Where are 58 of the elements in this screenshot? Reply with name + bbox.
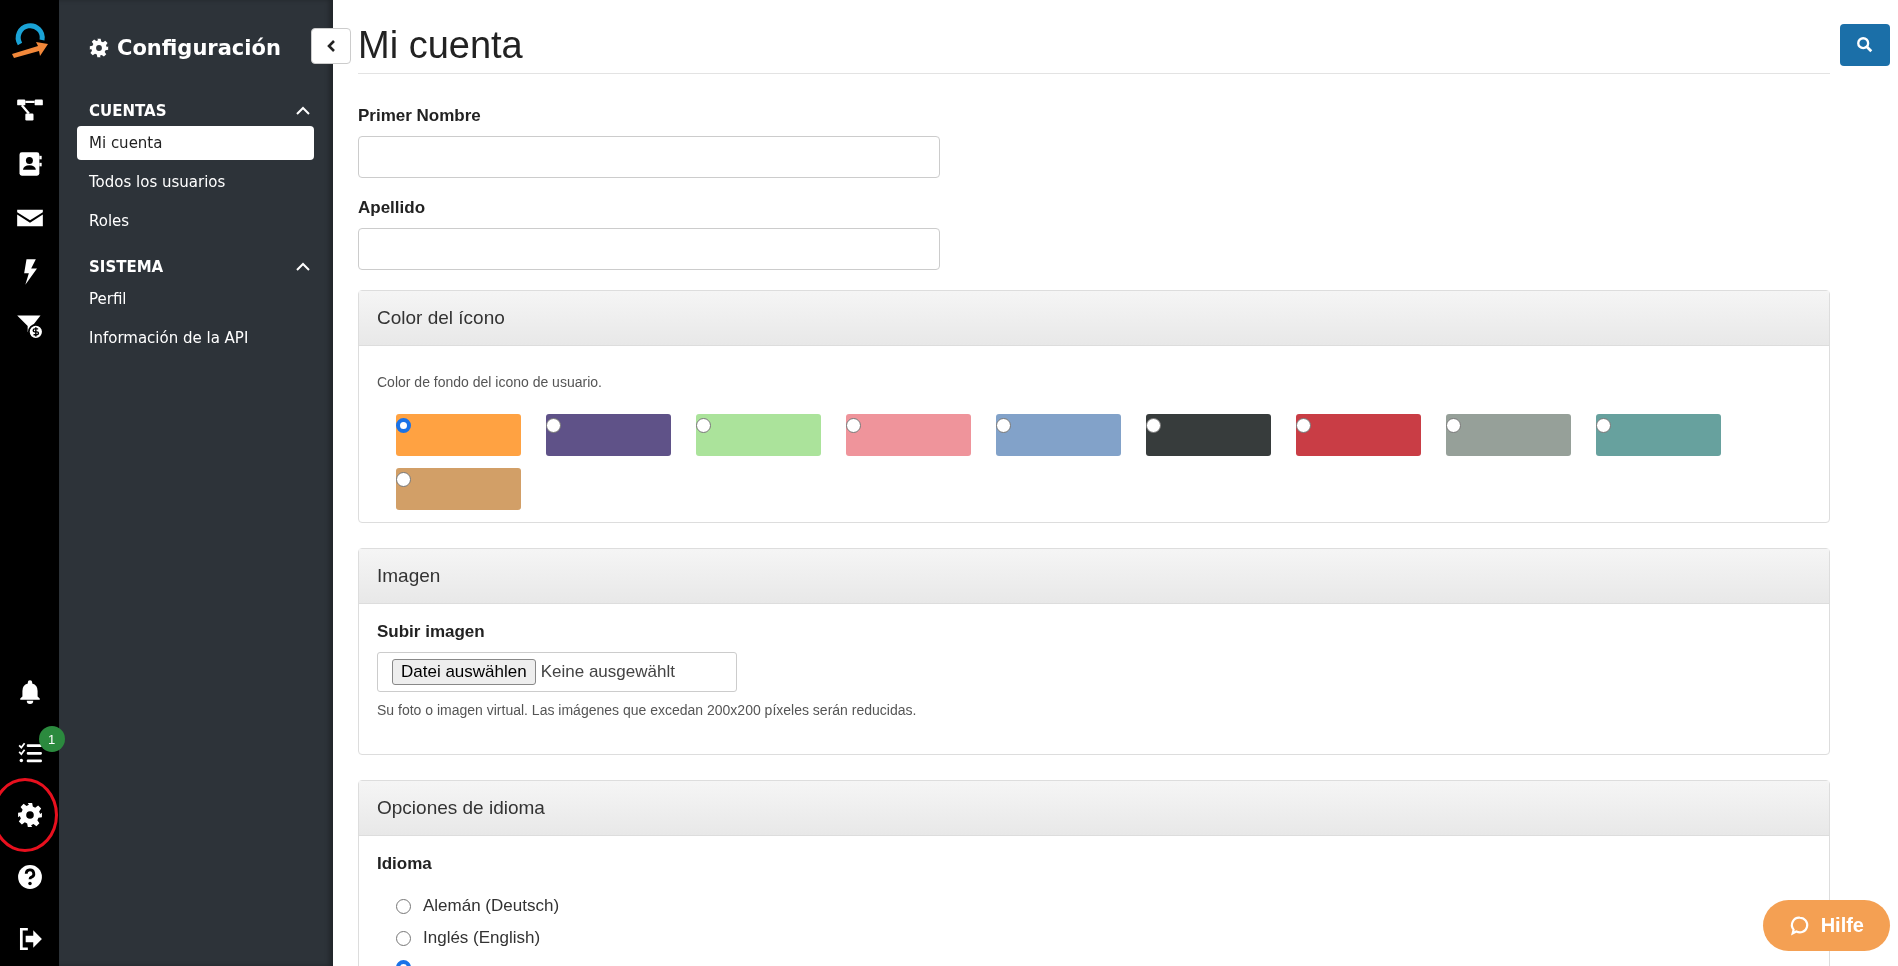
sidebar-item[interactable]: Perfil [77, 282, 314, 316]
collapse-button[interactable] [311, 28, 351, 64]
radio-button[interactable] [396, 898, 411, 914]
color-swatch[interactable] [1596, 414, 1721, 456]
file-input[interactable]: Datei auswählen Keine ausgewählt [377, 652, 737, 692]
radio-button[interactable] [396, 930, 411, 946]
chevron-icon[interactable] [295, 262, 311, 272]
radio-button[interactable] [996, 418, 1011, 433]
help-icon[interactable] [16, 864, 43, 890]
sidebar-item[interactable]: Mi cuenta [77, 126, 314, 160]
text-field[interactable] [358, 136, 940, 178]
hint-text: Color de fondo del icono de usuario. [377, 374, 603, 390]
radio-button[interactable] [396, 472, 411, 487]
search-icon [1856, 36, 1874, 54]
section-heading: SISTEMA [89, 258, 164, 276]
field-label: Apellido [358, 198, 427, 218]
settings-icon [89, 38, 109, 58]
color-swatch[interactable] [396, 414, 521, 456]
sidebar-item[interactable]: Información de la API [77, 321, 314, 355]
settings-icon[interactable] [16, 802, 43, 828]
chat-bubble-icon [1788, 914, 1811, 937]
radio-button[interactable] [696, 418, 711, 433]
color-swatch[interactable] [396, 468, 521, 510]
color-swatch[interactable] [1446, 414, 1571, 456]
radio-button[interactable] [396, 418, 411, 433]
field-label: Primer Nombre [358, 106, 482, 126]
section-heading: CUENTAS [89, 102, 167, 120]
choose-file-button[interactable]: Datei auswählen [392, 659, 536, 685]
option-label: Inglés (English) [423, 928, 541, 948]
sidebar-item[interactable]: Roles [77, 204, 314, 238]
radio-button[interactable] [1146, 418, 1161, 433]
radio-button[interactable] [546, 418, 561, 433]
radio-button[interactable] [846, 418, 861, 433]
color-swatch[interactable] [996, 414, 1121, 456]
panel-header: Imagen [359, 549, 1829, 604]
chevron-left-icon [326, 39, 336, 53]
color-swatch[interactable] [1296, 414, 1421, 456]
radio-button[interactable] [1296, 418, 1311, 433]
chevron-icon[interactable] [295, 106, 311, 116]
help-text: Su foto o imagen virtual. Las imágenes que excedan 200x200 píxeles serán reducidas. [377, 702, 918, 718]
count-badge: 1 [38, 726, 65, 752]
sidebar-item[interactable]: Todos los usuarios [77, 165, 314, 199]
sidebar-title: Configuración [117, 36, 281, 60]
field-label: Subir imagen [377, 622, 486, 642]
text-field[interactable] [358, 228, 940, 270]
radio-button[interactable] [1446, 418, 1461, 433]
search-button[interactable] [1840, 24, 1890, 66]
radio-button[interactable] [1596, 418, 1611, 433]
color-swatch[interactable] [846, 414, 971, 456]
file-status: Keine ausgewählt [540, 662, 675, 682]
page-title: Mi cuenta [358, 24, 1830, 74]
panel-header: Opciones de idioma [359, 781, 1829, 836]
color-swatch[interactable] [696, 414, 821, 456]
color-swatch[interactable] [1146, 414, 1271, 456]
panel-header: Color del ícono [359, 291, 1829, 346]
color-swatch[interactable] [546, 414, 671, 456]
option-label: Alemán (Deutsch) [423, 896, 560, 916]
field-label: Idioma [377, 854, 433, 874]
